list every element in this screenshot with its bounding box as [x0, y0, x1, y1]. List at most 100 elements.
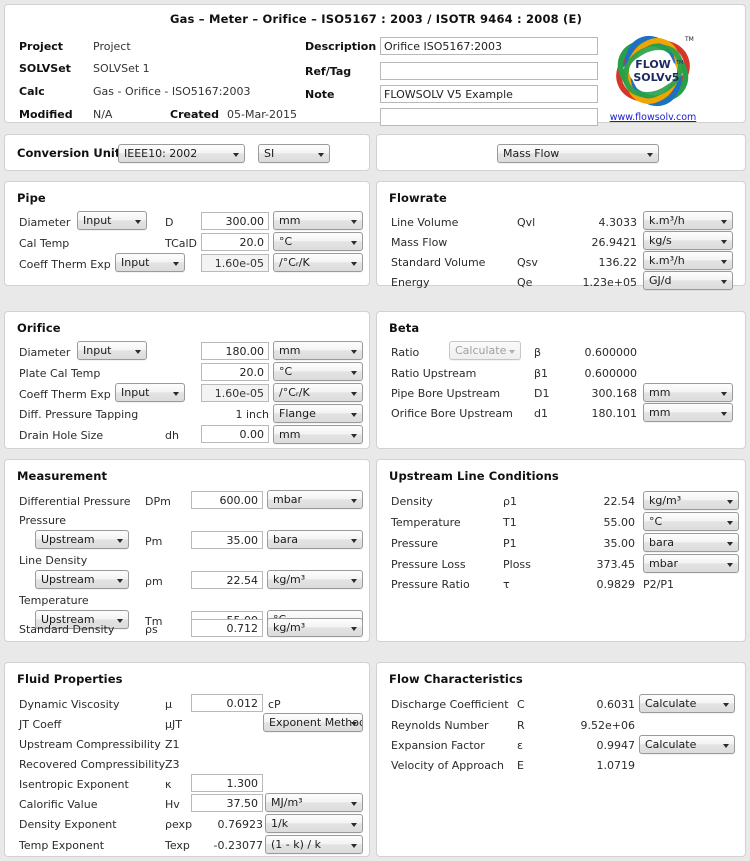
flowrate-line-volume-unit-select[interactable]: k.m³/h — [643, 211, 733, 230]
description-field[interactable] — [380, 37, 598, 55]
flowsolv-website-link[interactable]: www.flowsolv.com — [607, 112, 699, 123]
orifice-diameter-unit-select[interactable]: mm — [273, 341, 363, 360]
measurement-row-3-label: Temperature — [19, 594, 89, 607]
calorific-value-input[interactable] — [191, 794, 263, 812]
discharge-coefficient-mode-select[interactable]: Calculate — [639, 694, 735, 713]
temp-exponent-unit-select[interactable]: (1 - k) / k — [265, 835, 363, 854]
header-value-calc: Gas - Orifice - ISO5167:2003 — [93, 85, 251, 98]
header-value-created: 05-Mar-2015 — [227, 108, 297, 121]
measurement-row-2-label: Line Density — [19, 554, 88, 567]
pipe-coeff-mode-select[interactable]: Input — [115, 253, 185, 272]
orifice-row-3-label: Diff. Pressure Tapping — [19, 408, 139, 421]
fluid-row-7-symbol: Texp — [165, 839, 190, 852]
beta-row-0-value: 0.600000 — [584, 346, 638, 359]
pressure-input[interactable] — [191, 531, 263, 549]
orifice-coeff-unit-select[interactable]: /°Cᵣ/K — [273, 383, 363, 402]
beta-pipe-bore-unit-select[interactable]: mm — [643, 383, 733, 402]
flowrate-mass-flow-unit-select[interactable]: kg/s — [643, 231, 733, 250]
pressure-unit-select[interactable]: bara — [267, 530, 363, 549]
orifice-plate-cal-temp-unit-select[interactable]: °C — [273, 362, 363, 381]
line-density-location-select[interactable]: Upstream — [35, 570, 129, 589]
orifice-coeff-input[interactable] — [201, 384, 269, 402]
standard-density-input[interactable] — [191, 619, 263, 637]
pipe-coeff-input[interactable] — [201, 254, 269, 272]
fluid-title: Fluid Properties — [17, 672, 123, 686]
orifice-drain-hole-unit-select[interactable]: mm — [273, 425, 363, 444]
upstream-row-4-label: Pressure Ratio — [391, 578, 470, 591]
fluid-row-3-symbol: Z3 — [165, 758, 180, 771]
orifice-drain-hole-input[interactable] — [201, 425, 269, 443]
measurement-row-0-symbol: DPm — [145, 495, 171, 508]
beta-row-2-value: 300.168 — [591, 387, 638, 400]
flow-mode-select[interactable]: Mass Flow — [497, 144, 659, 163]
flowrate-row-2-value: 136.22 — [598, 256, 638, 269]
dynamic-viscosity-input[interactable] — [191, 694, 263, 712]
jt-coeff-method-select[interactable]: Exponent Method — [263, 713, 363, 732]
dynamic-viscosity-unit-text: cP — [268, 698, 281, 711]
upstream-row-4-value: 0.9829 — [596, 578, 636, 591]
svg-text:TM: TM — [675, 60, 683, 66]
orifice-diameter-mode-select[interactable]: Input — [77, 341, 147, 360]
reftag-field[interactable] — [380, 62, 598, 80]
pipe-row-1-symbol: TCalD — [165, 237, 198, 250]
flowrate-row-3-symbol: Qe — [517, 276, 533, 289]
differential-pressure-input[interactable] — [191, 491, 263, 509]
line-density-unit-select[interactable]: kg/m³ — [267, 570, 363, 589]
fluid-row-6-label: Density Exponent — [19, 818, 117, 831]
pipe-diameter-unit-select[interactable]: mm — [273, 211, 363, 230]
upstream-temperature-unit-select[interactable]: °C — [643, 512, 739, 531]
orifice-diameter-input[interactable] — [201, 342, 269, 360]
flowrate-standard-volume-unit-select[interactable]: k.m³/h — [643, 251, 733, 270]
conversion-unit-panel: Conversion Unit IEEE10: 2002 SI — [4, 134, 370, 171]
beta-row-1-symbol: β1 — [534, 367, 549, 380]
note-field-secondary[interactable] — [380, 108, 598, 126]
flowrate-title: Flowrate — [389, 191, 447, 205]
pipe-coeff-unit-select[interactable]: /°Cᵣ/K — [273, 253, 363, 272]
flowrate-energy-unit-select[interactable]: GJ/d — [643, 271, 733, 290]
fluid-row-4-label: Isentropic Exponent — [19, 778, 129, 791]
measurement-row-1-label: Pressure — [19, 514, 66, 527]
line-density-input[interactable] — [191, 571, 263, 589]
orifice-tapping-value: 1 inch — [235, 408, 269, 421]
standard-density-unit-select[interactable]: kg/m³ — [267, 618, 363, 637]
header-value-modified: N/A — [93, 108, 113, 121]
upstream-pressure-unit-select[interactable]: bara — [643, 533, 739, 552]
beta-ratio-mode-select[interactable]: Calculate — [449, 341, 521, 360]
pipe-row-1-label: Cal Temp — [19, 237, 70, 250]
flowchar-row-0-label: Discharge Coefficient — [391, 698, 509, 711]
pipe-cal-temp-input[interactable] — [201, 233, 269, 251]
upstream-row-1-value: 55.00 — [603, 516, 636, 529]
page-title: Gas – Meter – Orifice – ISO5167 : 2003 /… — [169, 12, 583, 26]
pipe-row-2-label: Coeff Therm Exp — [19, 258, 111, 271]
density-exponent-value: 0.76923 — [217, 818, 264, 831]
beta-panel: Beta Ratio Calculate β 0.600000 Ratio Up… — [376, 311, 746, 449]
header-label-solvset: SOLVSet — [19, 62, 71, 75]
pressure-location-select[interactable]: Upstream — [35, 530, 129, 549]
upstream-density-unit-select[interactable]: kg/m³ — [643, 491, 739, 510]
note-field[interactable] — [380, 85, 598, 103]
orifice-tapping-type-select[interactable]: Flange — [273, 404, 363, 423]
calorific-value-unit-select[interactable]: MJ/m³ — [265, 793, 363, 812]
differential-pressure-unit-select[interactable]: mbar — [267, 490, 363, 509]
pipe-diameter-mode-select[interactable]: Input — [77, 211, 147, 230]
beta-row-2-label: Pipe Bore Upstream — [391, 387, 501, 400]
pipe-cal-temp-unit-select[interactable]: °C — [273, 232, 363, 251]
flowrate-row-0-label: Line Volume — [391, 216, 459, 229]
conversion-system-select[interactable]: SI — [258, 144, 330, 163]
density-exponent-unit-select[interactable]: 1/k — [265, 814, 363, 833]
beta-orifice-bore-unit-select[interactable]: mm — [643, 403, 733, 422]
measurement-title: Measurement — [17, 469, 108, 483]
expansion-factor-mode-select[interactable]: Calculate — [639, 735, 735, 754]
fluid-row-0-label: Dynamic Viscosity — [19, 698, 120, 711]
flowchar-row-2-symbol: ε — [517, 739, 523, 752]
conversion-standard-select[interactable]: IEEE10: 2002 — [118, 144, 245, 163]
orifice-plate-cal-temp-input[interactable] — [201, 363, 269, 381]
orifice-coeff-mode-select[interactable]: Input — [115, 383, 185, 402]
pipe-diameter-input[interactable] — [201, 212, 269, 230]
upstream-pressure-loss-unit-select[interactable]: mbar — [643, 554, 739, 573]
svg-text:v5: v5 — [665, 71, 680, 84]
header-label-modified: Modified — [19, 108, 73, 121]
flowrate-row-2-symbol: Qsv — [517, 256, 538, 269]
upstream-row-3-label: Pressure Loss — [391, 558, 466, 571]
isentropic-exponent-input[interactable] — [191, 774, 263, 792]
